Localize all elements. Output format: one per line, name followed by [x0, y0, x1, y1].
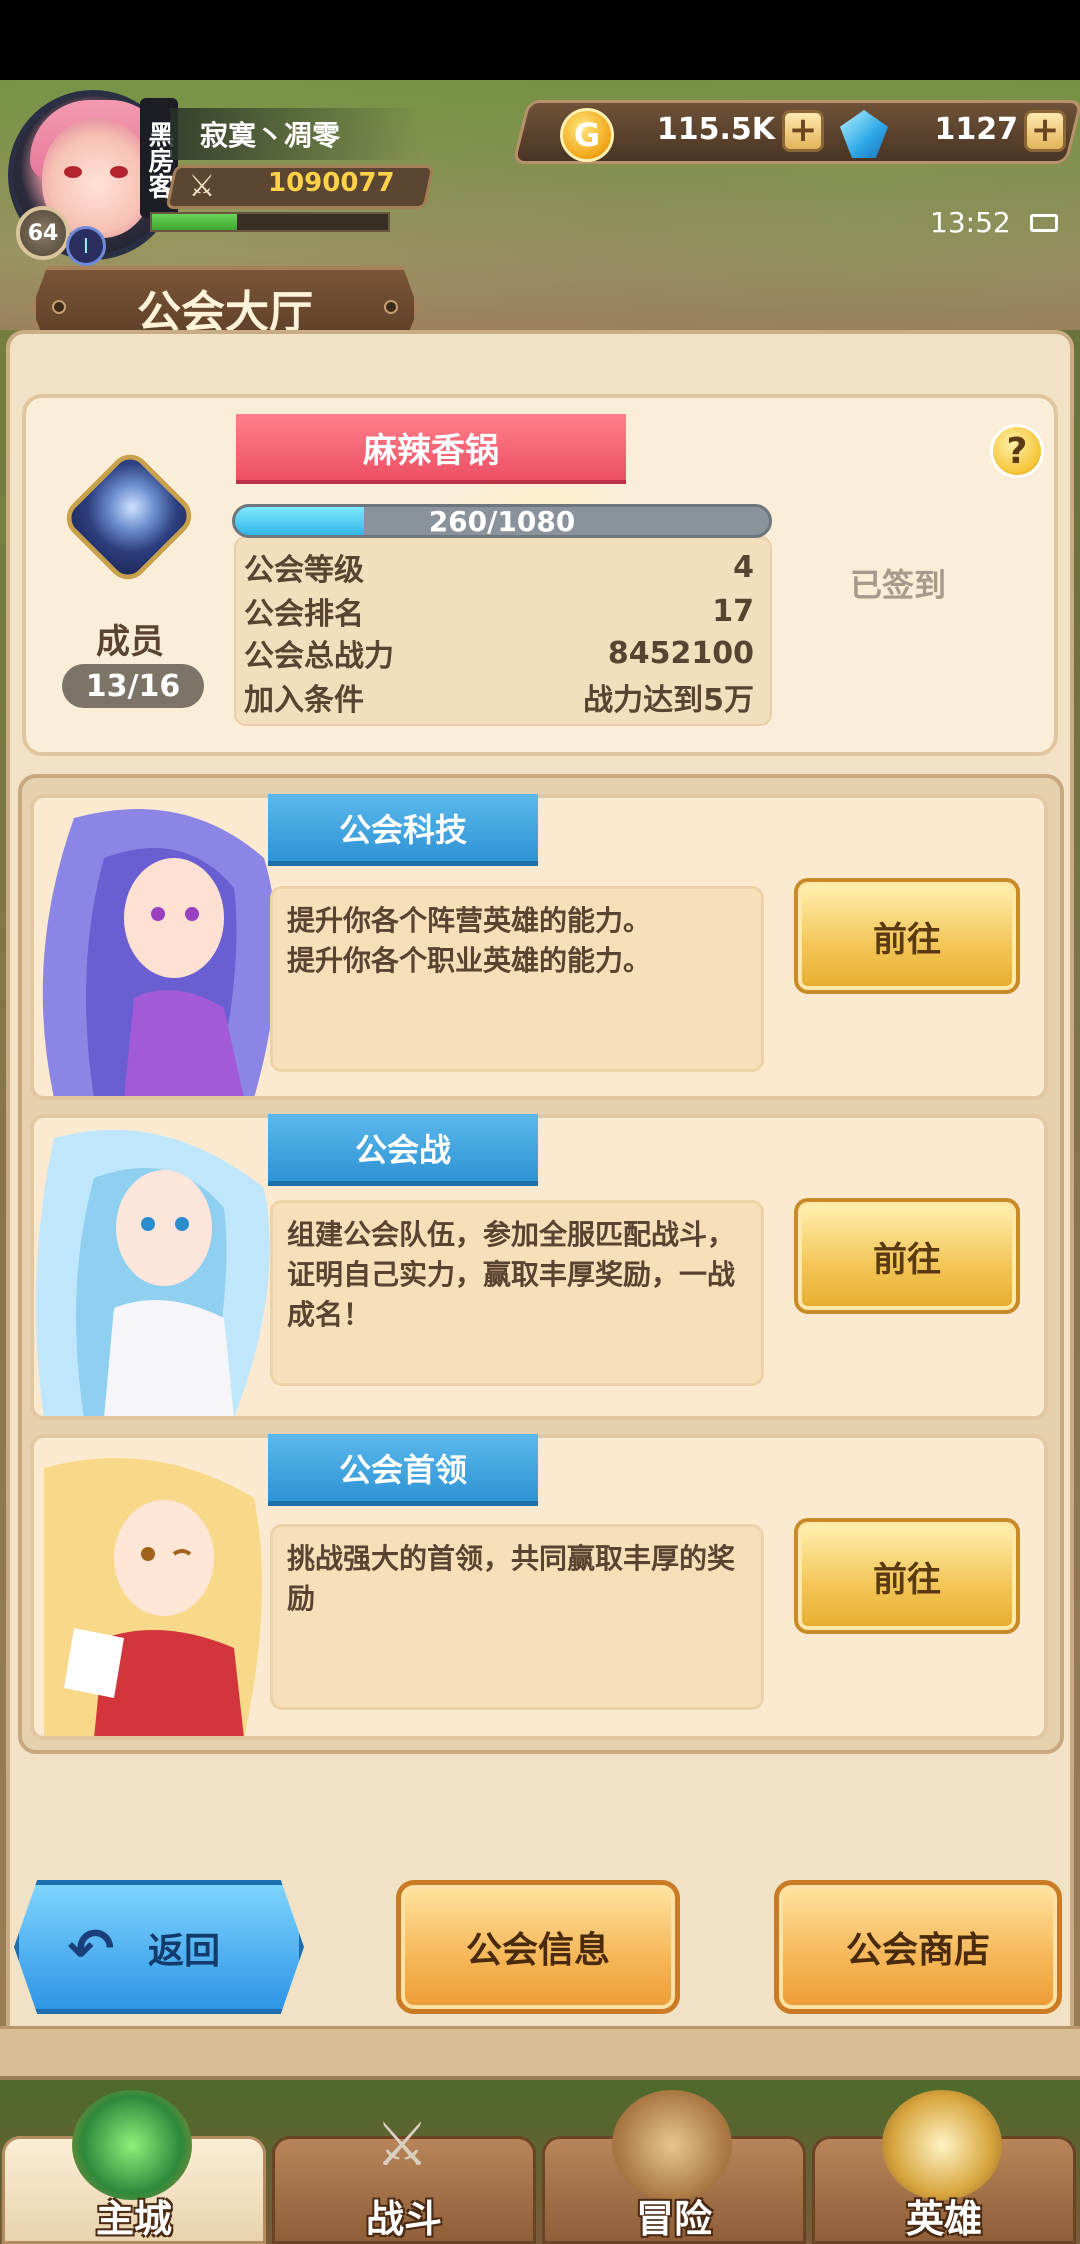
help-button[interactable]: ?: [990, 424, 1044, 478]
members-count[interactable]: 13/16: [62, 664, 204, 708]
add-gems-button[interactable]: +: [1024, 110, 1066, 152]
stat-row-rank: 公会排名 17: [244, 590, 754, 633]
rivet-icon: [52, 300, 66, 314]
coin-icon: G: [560, 108, 614, 162]
stat-value: 8452100: [607, 635, 754, 671]
stat-row-power: 公会总战力 8452100: [244, 632, 754, 675]
avatar-eye-right: [110, 166, 128, 178]
panel-bottom-edge: [0, 2026, 1080, 2076]
go-button-boss[interactable]: 前往: [794, 1518, 1020, 1634]
gem-amount: 1127: [934, 112, 1019, 147]
stat-label: 公会等级: [244, 553, 364, 588]
guild-name: 麻辣香锅: [236, 414, 626, 484]
feature-title-boss: 公会首领: [268, 1434, 538, 1506]
gold-amount: 115.5K: [656, 112, 775, 147]
scroll-map-icon: [612, 2090, 732, 2200]
player-level-badge: 64: [16, 206, 70, 260]
back-button-label: 返回: [148, 1931, 221, 1972]
guild-shop-button[interactable]: 公会商店: [774, 1880, 1062, 2014]
hero-crest-icon: [882, 2090, 1002, 2200]
guild-info-button[interactable]: 公会信息: [396, 1880, 680, 2014]
clock: 13:52: [930, 206, 1011, 239]
player-exp-fill: [152, 214, 237, 230]
stat-row-level: 公会等级 4: [244, 546, 754, 589]
nav-label-main-city: 主城: [95, 2197, 172, 2241]
nav-label-battle: 战斗: [365, 2197, 442, 2241]
rank-icon: Ⅰ: [66, 226, 106, 266]
return-arrow-icon: ↶: [67, 1916, 115, 1982]
stat-value: 战力达到5万: [583, 683, 754, 718]
stat-label: 公会排名: [244, 597, 364, 632]
guild-xp-text: 260/1080: [428, 504, 576, 538]
castle-icon: [72, 2090, 192, 2200]
avatar-eye-left: [64, 166, 82, 178]
stat-value: 17: [712, 593, 754, 629]
player-power: 1090077: [268, 168, 395, 198]
stat-row-join-condition: 加入条件 战力达到5万: [244, 676, 754, 718]
player-name: 寂寞丶凋零: [170, 108, 420, 160]
feature-title-tech: 公会科技: [268, 794, 538, 866]
feature-desc-tech: 提升你各个阵营英雄的能力。 提升你各个职业英雄的能力。: [270, 886, 764, 1072]
nav-label-adventure: 冒险: [635, 2197, 712, 2241]
feature-desc-boss: 挑战强大的首领，共同赢取丰厚的奖励: [270, 1524, 764, 1710]
status-bar: [0, 0, 1080, 80]
nav-label-heroes: 英雄: [905, 2197, 982, 2241]
signed-in-status[interactable]: 已签到: [850, 560, 946, 606]
player-exp-bar: [150, 212, 390, 232]
stat-label: 公会总战力: [244, 639, 394, 674]
crossed-swords-icon: ⚔: [188, 168, 216, 204]
go-button-war[interactable]: 前往: [794, 1198, 1020, 1314]
add-gold-button[interactable]: +: [782, 110, 824, 152]
crossed-swords-icon: ⚔: [375, 2110, 429, 2180]
members-label: 成员: [96, 622, 164, 662]
go-button-tech[interactable]: 前往: [794, 878, 1020, 994]
rivet-icon: [384, 300, 398, 314]
feature-desc-war: 组建公会队伍，参加全服匹配战斗，证明自己实力，赢取丰厚奖励，一战成名！: [270, 1200, 764, 1386]
stat-value: 4: [733, 549, 754, 585]
stat-label: 加入条件: [244, 683, 364, 718]
battery-icon: [1030, 214, 1058, 232]
feature-title-war: 公会战: [268, 1114, 538, 1186]
